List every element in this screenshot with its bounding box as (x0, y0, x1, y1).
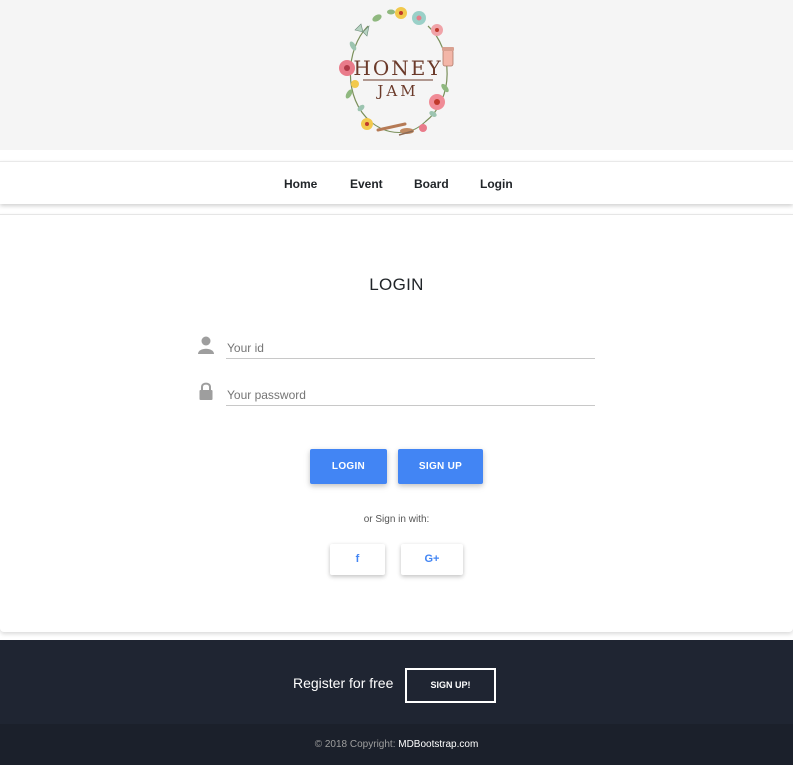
footer: Register for free SIGN UP! (0, 640, 793, 724)
nav-item-home[interactable]: Home (284, 177, 317, 191)
login-button[interactable]: LOGIN (310, 449, 387, 484)
user-icon (198, 336, 214, 354)
logo-text-honey: HONEY (353, 56, 443, 80)
google-plus-button[interactable]: G+ (401, 544, 463, 575)
copyright-bar: © 2018 Copyright: MDBootstrap.com (0, 724, 793, 765)
footer-signup-button[interactable]: SIGN UP! (405, 668, 496, 703)
header-band: HONEY JAM (0, 0, 793, 150)
login-title: LOGIN (369, 275, 424, 294)
footer-register-text: Register for free (293, 675, 394, 691)
nav-item-login[interactable]: Login (480, 177, 513, 191)
facebook-icon: f (355, 553, 360, 565)
google-plus-icon: G+ (424, 553, 440, 565)
alt-signin-text: or Sign in with: (363, 514, 430, 525)
lock-icon (199, 382, 213, 400)
facebook-button[interactable]: f (330, 544, 385, 575)
nav-item-board[interactable]: Board (414, 177, 449, 191)
main-navbar: Home Event Board Login (0, 161, 793, 204)
logo-text-jam: JAM (377, 82, 419, 100)
copyright-link[interactable]: MDBootstrap.com (398, 739, 478, 750)
signup-button[interactable]: SIGN UP (398, 449, 483, 484)
password-input[interactable] (226, 384, 595, 406)
login-card: LOGIN LOGIN SIGN UP or Sign in with: f G… (0, 214, 793, 632)
honey-jam-logo[interactable]: HONEY JAM (333, 4, 463, 140)
nav-item-event[interactable]: Event (350, 177, 383, 191)
user-id-input[interactable] (226, 337, 595, 359)
copyright-text: © 2018 Copyright: (314, 739, 396, 750)
